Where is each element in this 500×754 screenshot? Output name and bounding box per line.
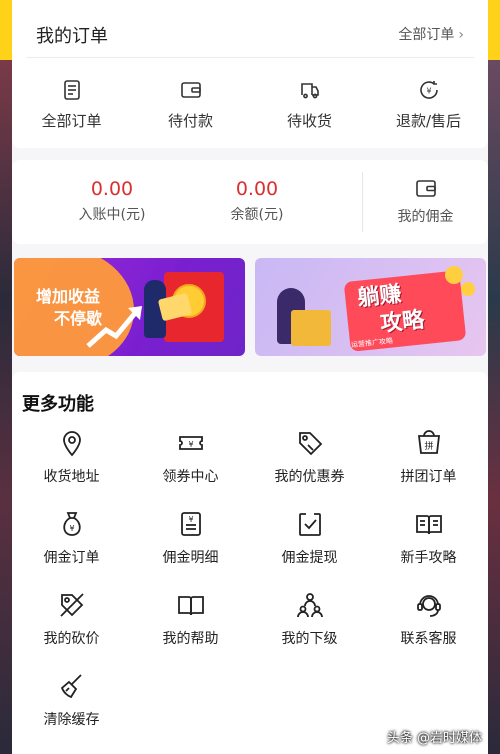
- book-guide-icon: [415, 515, 442, 535]
- function-label: 我的砍价: [43, 631, 100, 647]
- balance-label: 余额(元): [230, 207, 284, 223]
- up-arrow-icon: [86, 306, 142, 348]
- function-beginner-guide[interactable]: 新手攻略: [369, 503, 488, 584]
- order-item-label: 待收货: [286, 112, 332, 130]
- svg-text:¥: ¥: [188, 515, 193, 524]
- function-label: 清除缓存: [43, 712, 100, 728]
- money-bag-icon: ¥: [62, 512, 81, 536]
- coupon-tag-icon: [298, 432, 322, 456]
- ticket-icon: ¥: [178, 436, 203, 450]
- strategy-banner[interactable]: 躺赚 攻略 运营推广攻略: [255, 258, 486, 356]
- view-all-orders-label: 全部订单: [398, 27, 455, 43]
- receipt-icon: ¥: [180, 512, 201, 536]
- group-order-icon: 拼: [417, 430, 440, 454]
- background-strip-left: [0, 0, 12, 754]
- broom-icon: [60, 674, 82, 699]
- refund-icon: ¥: [419, 81, 438, 99]
- background-strip-right: [488, 0, 500, 754]
- function-my-coupons[interactable]: 我的优惠券: [250, 422, 369, 503]
- function-label: 佣金明细: [162, 550, 219, 566]
- function-label: 佣金提现: [281, 550, 338, 566]
- order-item-refund[interactable]: ¥ 退款/售后: [369, 72, 488, 136]
- commission-label: 我的佣金: [397, 209, 454, 225]
- function-commission-details[interactable]: ¥ 佣金明细: [131, 503, 250, 584]
- function-my-bargains[interactable]: 我的砍价: [12, 584, 131, 665]
- banner-headline: 躺赚 攻略: [356, 279, 426, 341]
- order-item-label: 全部订单: [41, 112, 102, 130]
- view-all-orders-link[interactable]: 全部订单 ›: [398, 24, 464, 44]
- my-orders-card: 我的订单 全部订单 › 全部订单 待付款 待收货 ¥ 退款/售后: [12, 0, 488, 148]
- my-commission[interactable]: 我的佣金: [362, 172, 488, 232]
- function-label: 佣金订单: [43, 550, 100, 566]
- pending-amount: 0.00: [90, 178, 134, 200]
- order-item-all[interactable]: 全部订单: [12, 72, 131, 136]
- document-icon: [63, 80, 80, 100]
- function-label: 我的下级: [281, 631, 338, 647]
- function-my-subordinates[interactable]: 我的下级: [250, 584, 369, 665]
- balance-amount: 0.00: [235, 178, 279, 200]
- team-icon: [296, 593, 323, 618]
- help-book-icon: [177, 596, 204, 616]
- order-item-pending-receipt[interactable]: 待收货: [250, 72, 369, 136]
- function-customer-service[interactable]: 联系客服: [369, 584, 488, 665]
- box-illustration: [291, 310, 331, 346]
- function-label: 新手攻略: [400, 550, 457, 566]
- watermark-text: 头条 @岩时媒体: [386, 731, 482, 746]
- svg-text:¥: ¥: [426, 87, 431, 96]
- app-page: 我的订单 全部订单 › 全部订单 待付款 待收货 ¥ 退款/售后 0.00 入账…: [12, 0, 488, 754]
- wallet-icon: [180, 82, 201, 98]
- function-shipping-address[interactable]: 收货地址: [12, 422, 131, 503]
- svg-text:拼: 拼: [424, 440, 433, 452]
- pending-label: 入账中(元): [78, 207, 146, 223]
- function-commission-withdraw[interactable]: 佣金提现: [250, 503, 369, 584]
- order-item-pending-payment[interactable]: 待付款: [131, 72, 250, 136]
- customer-service-icon: [416, 595, 441, 617]
- order-status-row: 全部订单 待付款 待收货 ¥ 退款/售后: [12, 72, 488, 136]
- function-label: 我的优惠券: [274, 469, 345, 485]
- pending-income[interactable]: 0.00 入账中(元): [32, 160, 192, 244]
- function-commission-orders[interactable]: ¥ 佣金订单: [12, 503, 131, 584]
- function-label: 收货地址: [43, 469, 100, 485]
- withdraw-icon: [298, 512, 321, 536]
- more-functions-card: 更多功能 收货地址 ¥ 领券中心 我的优惠券 拼 拼团订单 ¥ 佣金订单 ¥ 佣…: [12, 372, 488, 754]
- function-label: 联系客服: [400, 631, 457, 647]
- function-group-orders[interactable]: 拼 拼团订单: [369, 422, 488, 503]
- functions-grid: 收货地址 ¥ 领券中心 我的优惠券 拼 拼团订单 ¥ 佣金订单 ¥ 佣金明细 佣…: [12, 422, 488, 746]
- earnings-banner[interactable]: 增加收益 不停歇: [14, 258, 245, 356]
- chevron-right-icon: ›: [458, 27, 464, 43]
- bargain-icon: [59, 593, 84, 617]
- truck-icon: [300, 83, 319, 99]
- coin-image: [461, 282, 475, 296]
- svg-text:¥: ¥: [188, 440, 193, 449]
- function-coupon-center[interactable]: ¥ 领券中心: [131, 422, 250, 503]
- svg-text:¥: ¥: [69, 524, 74, 533]
- more-functions-title: 更多功能: [22, 394, 94, 415]
- order-item-label: 退款/售后: [395, 112, 462, 130]
- function-my-help[interactable]: 我的帮助: [131, 584, 250, 665]
- function-clear-cache[interactable]: 清除缓存: [12, 665, 131, 746]
- function-label: 领券中心: [162, 469, 219, 485]
- function-label: 拼团订单: [400, 469, 457, 485]
- orders-title: 我的订单: [36, 26, 108, 47]
- coin-image: [445, 266, 463, 284]
- order-item-label: 待付款: [167, 112, 213, 130]
- function-label: 我的帮助: [162, 631, 219, 647]
- wallet-card: 0.00 入账中(元) 0.00 余额(元) 我的佣金: [12, 160, 488, 244]
- balance[interactable]: 0.00 余额(元): [182, 160, 332, 244]
- location-pin-icon: [62, 431, 81, 457]
- wallet-icon: [415, 180, 436, 197]
- orders-header: 我的订单 全部订单 ›: [26, 10, 474, 58]
